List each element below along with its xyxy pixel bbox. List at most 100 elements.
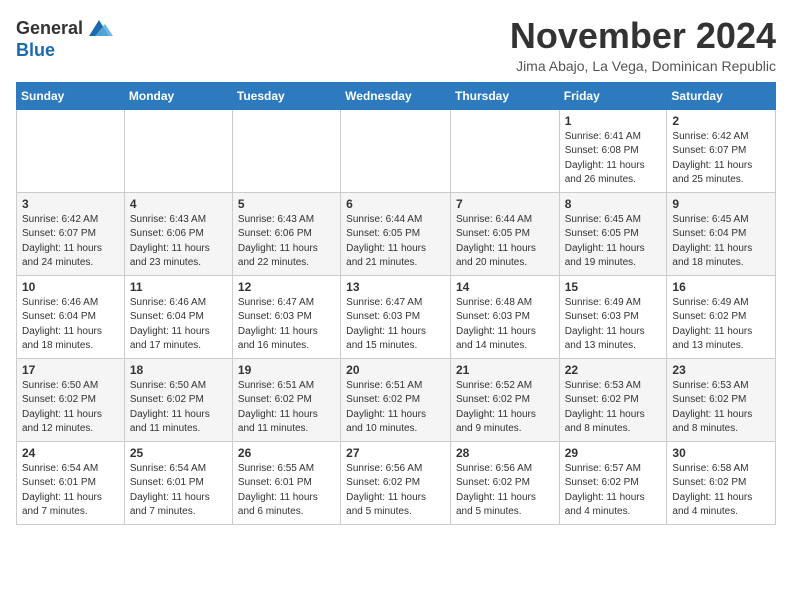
- day-number: 16: [672, 280, 770, 294]
- calendar-week-row: 24 Sunrise: 6:54 AM Sunset: 6:01 PM Dayli…: [17, 441, 776, 524]
- day-number: 20: [346, 363, 445, 377]
- calendar-cell: 6 Sunrise: 6:44 AM Sunset: 6:05 PM Daylig…: [341, 192, 451, 275]
- day-number: 2: [672, 114, 770, 128]
- calendar-cell: 24 Sunrise: 6:54 AM Sunset: 6:01 PM Dayli…: [17, 441, 125, 524]
- calendar-cell: 12 Sunrise: 6:47 AM Sunset: 6:03 PM Dayli…: [232, 275, 340, 358]
- weekday-header: Tuesday: [232, 82, 340, 109]
- logo-general: General: [16, 18, 83, 39]
- day-info: Sunrise: 6:46 AM Sunset: 6:04 PM Dayligh…: [130, 296, 227, 354]
- calendar-cell: 15 Sunrise: 6:49 AM Sunset: 6:03 PM Dayli…: [559, 275, 667, 358]
- day-number: 29: [565, 446, 662, 460]
- calendar-cell: 3 Sunrise: 6:42 AM Sunset: 6:07 PM Daylig…: [17, 192, 125, 275]
- day-number: 21: [456, 363, 554, 377]
- calendar-cell: 30Sunrise: 6:58 AM Sunset: 6:02 PM Dayli…: [667, 441, 776, 524]
- calendar-cell: 27Sunrise: 6:56 AM Sunset: 6:02 PM Dayli…: [341, 441, 451, 524]
- calendar-cell: 21 Sunrise: 6:52 AM Sunset: 6:02 PM Dayli…: [450, 358, 559, 441]
- calendar-cell: 10 Sunrise: 6:46 AM Sunset: 6:04 PM Dayli…: [17, 275, 125, 358]
- day-number: 12: [238, 280, 335, 294]
- weekday-header: Wednesday: [341, 82, 451, 109]
- day-number: 27: [346, 446, 445, 460]
- day-number: 28: [456, 446, 554, 460]
- calendar-cell: 14 Sunrise: 6:48 AM Sunset: 6:03 PM Dayli…: [450, 275, 559, 358]
- calendar-week-row: 1 Sunrise: 6:41 AM Sunset: 6:08 PM Daylig…: [17, 109, 776, 192]
- calendar-cell: 16 Sunrise: 6:49 AM Sunset: 6:02 PM Dayli…: [667, 275, 776, 358]
- weekday-header: Sunday: [17, 82, 125, 109]
- calendar-cell: 11 Sunrise: 6:46 AM Sunset: 6:04 PM Dayli…: [124, 275, 232, 358]
- calendar-cell: 25Sunrise: 6:54 AM Sunset: 6:01 PM Dayli…: [124, 441, 232, 524]
- day-info: Sunrise: 6:47 AM Sunset: 6:03 PM Dayligh…: [238, 296, 335, 354]
- calendar-week-row: 3 Sunrise: 6:42 AM Sunset: 6:07 PM Daylig…: [17, 192, 776, 275]
- day-info: Sunrise: 6:53 AM Sunset: 6:02 PM Dayligh…: [565, 379, 662, 437]
- day-number: 9: [672, 197, 770, 211]
- calendar-cell: 5Sunrise: 6:43 AM Sunset: 6:06 PM Daylig…: [232, 192, 340, 275]
- day-info: Sunrise: 6:47 AM Sunset: 6:03 PM Dayligh…: [346, 296, 445, 354]
- calendar-week-row: 17Sunrise: 6:50 AM Sunset: 6:02 PM Dayli…: [17, 358, 776, 441]
- day-number: 22: [565, 363, 662, 377]
- day-info: Sunrise: 6:44 AM Sunset: 6:05 PM Dayligh…: [346, 213, 445, 271]
- title-block: November 2024 Jima Abajo, La Vega, Domin…: [510, 16, 776, 74]
- calendar-cell: 20 Sunrise: 6:51 AM Sunset: 6:02 PM Dayli…: [341, 358, 451, 441]
- day-info: Sunrise: 6:44 AM Sunset: 6:05 PM Dayligh…: [456, 213, 554, 271]
- day-info: Sunrise: 6:45 AM Sunset: 6:04 PM Dayligh…: [672, 213, 770, 271]
- logo-blue: Blue: [16, 40, 55, 60]
- calendar-cell: 17Sunrise: 6:50 AM Sunset: 6:02 PM Dayli…: [17, 358, 125, 441]
- weekday-header: Thursday: [450, 82, 559, 109]
- calendar-cell: 19Sunrise: 6:51 AM Sunset: 6:02 PM Dayli…: [232, 358, 340, 441]
- calendar-cell: 4 Sunrise: 6:43 AM Sunset: 6:06 PM Daylig…: [124, 192, 232, 275]
- calendar-cell: 9 Sunrise: 6:45 AM Sunset: 6:04 PM Daylig…: [667, 192, 776, 275]
- day-info: Sunrise: 6:46 AM Sunset: 6:04 PM Dayligh…: [22, 296, 119, 354]
- day-info: Sunrise: 6:56 AM Sunset: 6:02 PM Dayligh…: [456, 462, 554, 520]
- day-info: Sunrise: 6:50 AM Sunset: 6:02 PM Dayligh…: [22, 379, 119, 437]
- day-number: 10: [22, 280, 119, 294]
- day-number: 1: [565, 114, 662, 128]
- day-number: 6: [346, 197, 445, 211]
- day-number: 3: [22, 197, 119, 211]
- calendar-cell: 23 Sunrise: 6:53 AM Sunset: 6:02 PM Dayli…: [667, 358, 776, 441]
- calendar-cell: [232, 109, 340, 192]
- day-number: 4: [130, 197, 227, 211]
- day-info: Sunrise: 6:41 AM Sunset: 6:08 PM Dayligh…: [565, 130, 662, 188]
- logo-icon: [85, 16, 113, 40]
- day-number: 24: [22, 446, 119, 460]
- calendar-week-row: 10 Sunrise: 6:46 AM Sunset: 6:04 PM Dayli…: [17, 275, 776, 358]
- day-info: Sunrise: 6:45 AM Sunset: 6:05 PM Dayligh…: [565, 213, 662, 271]
- day-info: Sunrise: 6:51 AM Sunset: 6:02 PM Dayligh…: [346, 379, 445, 437]
- location: Jima Abajo, La Vega, Dominican Republic: [510, 58, 776, 74]
- calendar-cell: 28 Sunrise: 6:56 AM Sunset: 6:02 PM Dayli…: [450, 441, 559, 524]
- day-info: Sunrise: 6:48 AM Sunset: 6:03 PM Dayligh…: [456, 296, 554, 354]
- weekday-header: Friday: [559, 82, 667, 109]
- day-info: Sunrise: 6:54 AM Sunset: 6:01 PM Dayligh…: [22, 462, 119, 520]
- day-number: 14: [456, 280, 554, 294]
- day-info: Sunrise: 6:43 AM Sunset: 6:06 PM Dayligh…: [130, 213, 227, 271]
- day-info: Sunrise: 6:49 AM Sunset: 6:03 PM Dayligh…: [565, 296, 662, 354]
- month-title: November 2024: [510, 16, 776, 56]
- day-number: 23: [672, 363, 770, 377]
- calendar-cell: [450, 109, 559, 192]
- calendar-table: SundayMondayTuesdayWednesdayThursdayFrid…: [16, 82, 776, 525]
- day-number: 7: [456, 197, 554, 211]
- day-info: Sunrise: 6:42 AM Sunset: 6:07 PM Dayligh…: [22, 213, 119, 271]
- day-number: 18: [130, 363, 227, 377]
- calendar-cell: 22 Sunrise: 6:53 AM Sunset: 6:02 PM Dayli…: [559, 358, 667, 441]
- day-number: 26: [238, 446, 335, 460]
- calendar-cell: 26 Sunrise: 6:55 AM Sunset: 6:01 PM Dayli…: [232, 441, 340, 524]
- day-info: Sunrise: 6:49 AM Sunset: 6:02 PM Dayligh…: [672, 296, 770, 354]
- calendar-cell: 13Sunrise: 6:47 AM Sunset: 6:03 PM Dayli…: [341, 275, 451, 358]
- day-info: Sunrise: 6:43 AM Sunset: 6:06 PM Dayligh…: [238, 213, 335, 271]
- calendar-cell: 1 Sunrise: 6:41 AM Sunset: 6:08 PM Daylig…: [559, 109, 667, 192]
- calendar-cell: 8 Sunrise: 6:45 AM Sunset: 6:05 PM Daylig…: [559, 192, 667, 275]
- day-info: Sunrise: 6:58 AM Sunset: 6:02 PM Dayligh…: [672, 462, 770, 520]
- calendar-header-row: SundayMondayTuesdayWednesdayThursdayFrid…: [17, 82, 776, 109]
- day-number: 19: [238, 363, 335, 377]
- day-info: Sunrise: 6:54 AM Sunset: 6:01 PM Dayligh…: [130, 462, 227, 520]
- day-info: Sunrise: 6:50 AM Sunset: 6:02 PM Dayligh…: [130, 379, 227, 437]
- day-info: Sunrise: 6:53 AM Sunset: 6:02 PM Dayligh…: [672, 379, 770, 437]
- day-number: 8: [565, 197, 662, 211]
- day-info: Sunrise: 6:42 AM Sunset: 6:07 PM Dayligh…: [672, 130, 770, 188]
- calendar-cell: 18 Sunrise: 6:50 AM Sunset: 6:02 PM Dayli…: [124, 358, 232, 441]
- day-number: 15: [565, 280, 662, 294]
- day-info: Sunrise: 6:52 AM Sunset: 6:02 PM Dayligh…: [456, 379, 554, 437]
- calendar-cell: 2 Sunrise: 6:42 AM Sunset: 6:07 PM Daylig…: [667, 109, 776, 192]
- day-number: 11: [130, 280, 227, 294]
- day-info: Sunrise: 6:55 AM Sunset: 6:01 PM Dayligh…: [238, 462, 335, 520]
